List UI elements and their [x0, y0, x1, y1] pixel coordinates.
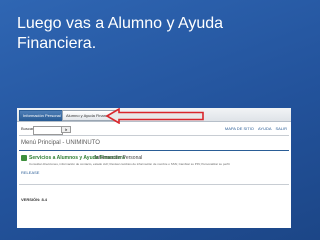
version-label: VERSIÓN: 8.4	[21, 197, 48, 202]
search-button[interactable]: Ir	[61, 126, 71, 133]
left-arrow-annotation	[105, 108, 204, 124]
slide-title: Luego vas a Alumno y Ayuda Financiera.	[17, 15, 224, 52]
search-input[interactable]	[33, 126, 63, 135]
portal-screenshot: Información Personal Alumno y Ayuda Fina…	[17, 108, 291, 228]
logout-link[interactable]: SALIR	[275, 126, 287, 131]
personal-info-link[interactable]: Información Personal	[95, 155, 142, 162]
tab-informacion-personal[interactable]: Información Personal	[19, 110, 65, 121]
student-services-card: Servicios a Alumnos y Ayuda Financiera I…	[19, 153, 289, 178]
release-link[interactable]: RELEASE	[21, 170, 39, 176]
card-description: Consultar direcciones, información de co…	[29, 162, 231, 166]
divider	[19, 135, 289, 136]
menu-title: Menú Principal - UNIMINUTO	[21, 140, 100, 146]
divider	[19, 184, 289, 185]
search-label: Buscar	[21, 126, 34, 131]
folder-icon	[21, 155, 27, 161]
help-link[interactable]: AYUDA	[258, 126, 271, 131]
top-links: MAPA DE SITIO AYUDA SALIR	[222, 126, 287, 132]
divider	[19, 150, 289, 151]
site-map-link[interactable]: MAPA DE SITIO	[225, 126, 254, 131]
